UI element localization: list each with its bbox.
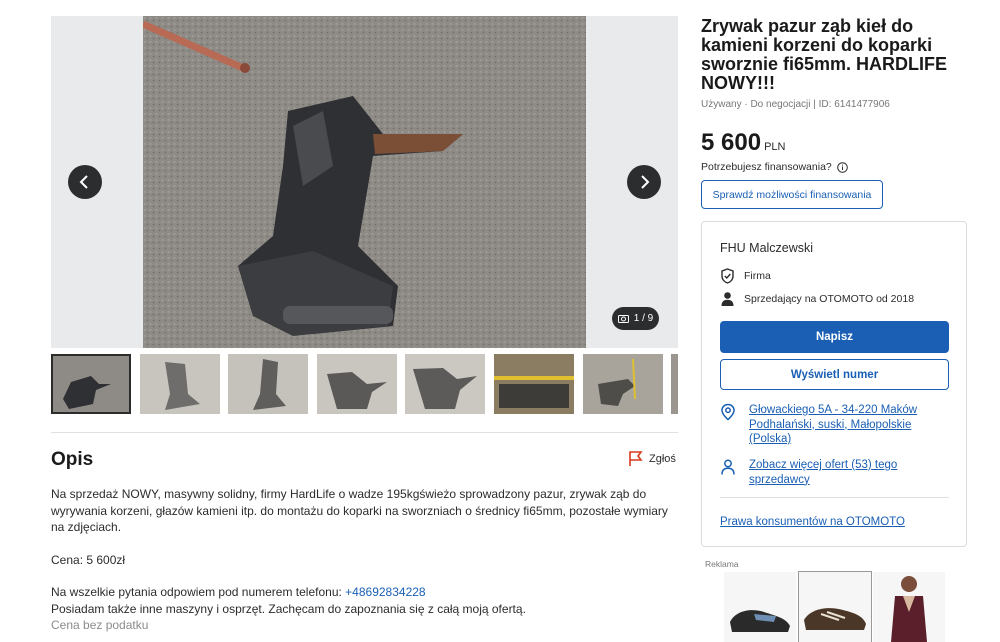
seller-since-row: Sprzedający na OTOMOTO od 2018 [720,291,914,307]
shield-check-icon [721,268,734,284]
thumbnail-strip [51,354,678,414]
thumbnail[interactable] [140,354,220,414]
listing-meta: Używany · Do negocjacji | ID: 6141477906 [701,99,890,110]
seller-type: Firma [744,270,771,282]
main-photo[interactable] [143,16,586,348]
description-heading: Opis [51,449,94,470]
card-divider [720,497,949,498]
ad-product-vest[interactable] [873,572,945,642]
description-contact: Na wszelkie pytania odpowiem pod numerem… [51,585,426,599]
prev-photo-button[interactable] [68,165,102,199]
next-photo-button[interactable] [627,165,661,199]
ad-product-shoe-brown[interactable] [798,571,872,642]
seller-type-row: Firma [720,268,771,284]
thumbnail[interactable] [671,354,678,414]
seller-address-link[interactable]: Głowackiego 5A - 34-220 Maków Podhalańsk… [749,403,949,447]
description-cut: Cena bez podatku [51,618,149,632]
user-icon [721,292,734,306]
user-outline-icon [721,459,735,475]
price-currency: PLN [764,141,786,153]
thumbnail[interactable] [228,354,308,414]
section-divider [51,432,678,433]
thumbnail[interactable] [405,354,485,414]
phone-link[interactable]: +48692834228 [345,585,425,599]
finance-question: Potrzebujesz finansowania? [701,161,848,173]
thumbnail[interactable] [317,354,397,414]
photo-gallery: 1 / 9 [51,16,678,348]
seller-card: FHU Malczewski Firma Sprzedający na OTOM… [701,221,967,547]
thumbnail[interactable] [494,354,574,414]
description-more: Posiadam także inne maszyny i osprzęt. Z… [51,601,526,616]
photo-counter-text: 1 / 9 [633,313,654,324]
listing-title: Zrywak pazur ząb kieł do kamieni korzeni… [701,16,948,93]
ad-product-shoe-blue[interactable] [724,572,796,642]
flag-icon [629,451,643,466]
write-message-button[interactable]: Napisz [720,321,949,353]
location-pin-icon [721,403,735,421]
chevron-left-icon [79,175,88,189]
report-label: Zgłoś [649,453,676,465]
description-price: Cena: 5 600zł [51,552,126,567]
description-paragraph: Na sprzedaż NOWY, masywny solidny, firmy… [51,487,668,534]
price-amount: 5 600 [701,129,762,156]
listing-price: 5 600 PLN [701,129,785,157]
consumer-rights-link[interactable]: Prawa konsumentów na OTOMOTO [720,516,905,528]
more-offers-link[interactable]: Zobacz więcej ofert (53) tego sprzedawcy [749,458,949,487]
seller-address-row: Głowackiego 5A - 34-220 Maków Podhalańsk… [720,403,949,447]
thumbnail[interactable] [51,354,131,414]
info-icon[interactable] [836,161,848,173]
show-number-button[interactable]: Wyświetl numer [720,359,949,390]
check-financing-button[interactable]: Sprawdź możliwości finansowania [701,180,883,209]
seller-name: FHU Malczewski [720,241,814,255]
photo-counter[interactable]: 1 / 9 [612,307,659,330]
ad-label: Reklama [705,559,739,569]
report-button[interactable]: Zgłoś [628,451,676,467]
camera-icon [617,315,629,323]
more-offers-row: Zobacz więcej ofert (53) tego sprzedawcy [720,458,949,487]
description-body: Na sprzedaż NOWY, masywny solidny, firmy… [51,486,678,634]
thumbnail[interactable] [583,354,663,414]
seller-since: Sprzedający na OTOMOTO od 2018 [744,293,915,305]
chevron-right-icon [641,175,650,189]
